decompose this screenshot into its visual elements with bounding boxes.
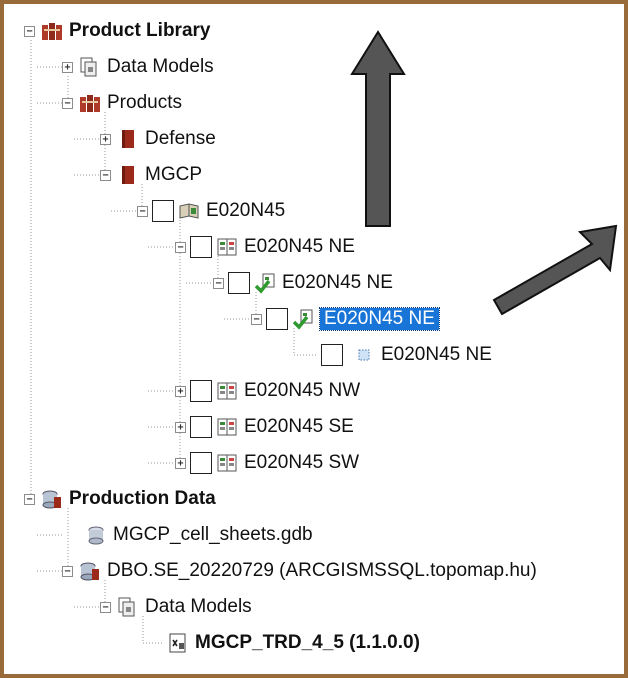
- tree-item-label: E020N45 SW: [244, 452, 360, 473]
- tree-item-label: Data Models: [107, 56, 214, 77]
- tree-item-e020n45-ne[interactable]: − E020N45 NE: [175, 233, 355, 261]
- checkbox[interactable]: [152, 200, 174, 222]
- tree-item-e020n45-ne-selected[interactable]: − E020N45 NE: [251, 305, 440, 333]
- tree-item-label: Data Models: [145, 596, 252, 617]
- up-arrow-annotation: [350, 30, 406, 227]
- geodatabase-icon: [85, 524, 107, 546]
- window-frame: − Product Library + Data Models − Produc…: [0, 0, 628, 678]
- checkbox[interactable]: [190, 452, 212, 474]
- checkbox[interactable]: [190, 236, 212, 258]
- instance-check-icon: [292, 308, 314, 330]
- collapse-toggle[interactable]: −: [137, 205, 148, 217]
- instance-check-icon: [254, 272, 276, 294]
- collapse-toggle[interactable]: −: [24, 493, 35, 505]
- tree-item-production-data[interactable]: − Production Data: [24, 485, 216, 513]
- collapse-toggle[interactable]: −: [251, 313, 262, 325]
- library-icon: [41, 20, 63, 42]
- tree-item-e020n45-sw[interactable]: + E020N45 SW: [175, 449, 359, 477]
- tree-item-label: E020N45 NW: [244, 380, 361, 401]
- collapse-toggle[interactable]: −: [175, 241, 186, 253]
- tree-item-label: MGCP: [145, 164, 202, 185]
- checkbox[interactable]: [266, 308, 288, 330]
- tree-view[interactable]: − Product Library + Data Models − Produc…: [4, 4, 624, 674]
- tree-item-label: DBO.SE_20220729 (ARCGISMSSQL.topomap.hu): [107, 560, 537, 581]
- tree-item-label: Defense: [145, 128, 216, 149]
- tree-item-mgcp-trd[interactable]: MGCP_TRD_4_5 (1.1.0.0): [163, 629, 420, 657]
- library-icon: [79, 92, 101, 114]
- map-sheet-icon: [216, 416, 238, 438]
- collapse-toggle[interactable]: −: [213, 277, 224, 289]
- tree-item-product-library[interactable]: − Product Library: [24, 17, 210, 45]
- tree-item-label: MGCP_cell_sheets.gdb: [113, 524, 313, 545]
- tree-item-label: Product Library: [69, 20, 211, 41]
- checkbox[interactable]: [228, 272, 250, 294]
- tree-item-mgcp[interactable]: − MGCP: [100, 161, 202, 189]
- data-models-icon: [117, 596, 139, 618]
- tree-item-e020n45-nw[interactable]: + E020N45 NW: [175, 377, 360, 405]
- checkbox[interactable]: [190, 380, 212, 402]
- collapse-toggle[interactable]: −: [24, 25, 35, 37]
- collapse-toggle[interactable]: −: [62, 565, 73, 577]
- expand-toggle[interactable]: +: [175, 385, 186, 397]
- collapse-toggle[interactable]: −: [62, 97, 73, 109]
- tree-item-label: E020N45 NE: [381, 344, 492, 365]
- collapse-toggle[interactable]: −: [100, 601, 111, 613]
- book-icon: [117, 164, 139, 186]
- expand-toggle[interactable]: +: [175, 421, 186, 433]
- book-icon: [117, 128, 139, 150]
- tree-item-label: Products: [107, 92, 182, 113]
- expand-toggle[interactable]: +: [175, 457, 186, 469]
- series-book-icon: [178, 200, 200, 222]
- tree-item-e020n45[interactable]: − E020N45: [137, 197, 285, 225]
- tree-item-label: E020N45 NE: [282, 272, 393, 293]
- tree-item-label: Production Data: [69, 488, 216, 509]
- tree-item-defense[interactable]: + Defense: [100, 125, 216, 153]
- tree-item-mgcp-cell-sheets-gdb[interactable]: MGCP_cell_sheets.gdb: [75, 521, 313, 549]
- expand-toggle[interactable]: +: [62, 61, 73, 73]
- map-sheet-icon: [216, 452, 238, 474]
- collapse-toggle[interactable]: −: [100, 169, 111, 181]
- dotted-square-icon: [353, 344, 375, 366]
- tree-item-label: MGCP_TRD_4_5 (1.1.0.0): [195, 632, 420, 653]
- tree-item-e020n45-ne-leaf[interactable]: E020N45 NE: [321, 341, 492, 369]
- tree-item-data-models-2[interactable]: − Data Models: [100, 593, 252, 621]
- tree-item-dbo-se[interactable]: − DBO.SE_20220729 (ARCGISMSSQL.topomap.h…: [62, 557, 537, 585]
- tree-item-label: E020N45 SE: [244, 416, 354, 437]
- tree-item-label: E020N45: [206, 200, 286, 221]
- tree-item-label: E020N45 NE: [244, 236, 355, 257]
- database-stack-icon: [79, 560, 101, 582]
- checkbox[interactable]: [190, 416, 212, 438]
- checkbox[interactable]: [321, 344, 343, 366]
- expand-toggle[interactable]: +: [100, 133, 111, 145]
- map-sheet-icon: [216, 380, 238, 402]
- tree-item-products[interactable]: − Products: [62, 89, 182, 117]
- database-stack-icon: [41, 488, 63, 510]
- map-sheet-icon: [216, 236, 238, 258]
- diagonal-arrow-annotation: [492, 224, 618, 316]
- tree-item-e020n45-se[interactable]: + E020N45 SE: [175, 413, 354, 441]
- tree-item-data-models[interactable]: + Data Models: [62, 53, 214, 81]
- xml-model-icon: [167, 632, 189, 654]
- data-models-icon: [79, 56, 101, 78]
- tree-item-label: E020N45 NE: [319, 307, 440, 331]
- tree-item-e020n45-ne-instance[interactable]: − E020N45 NE: [213, 269, 393, 297]
